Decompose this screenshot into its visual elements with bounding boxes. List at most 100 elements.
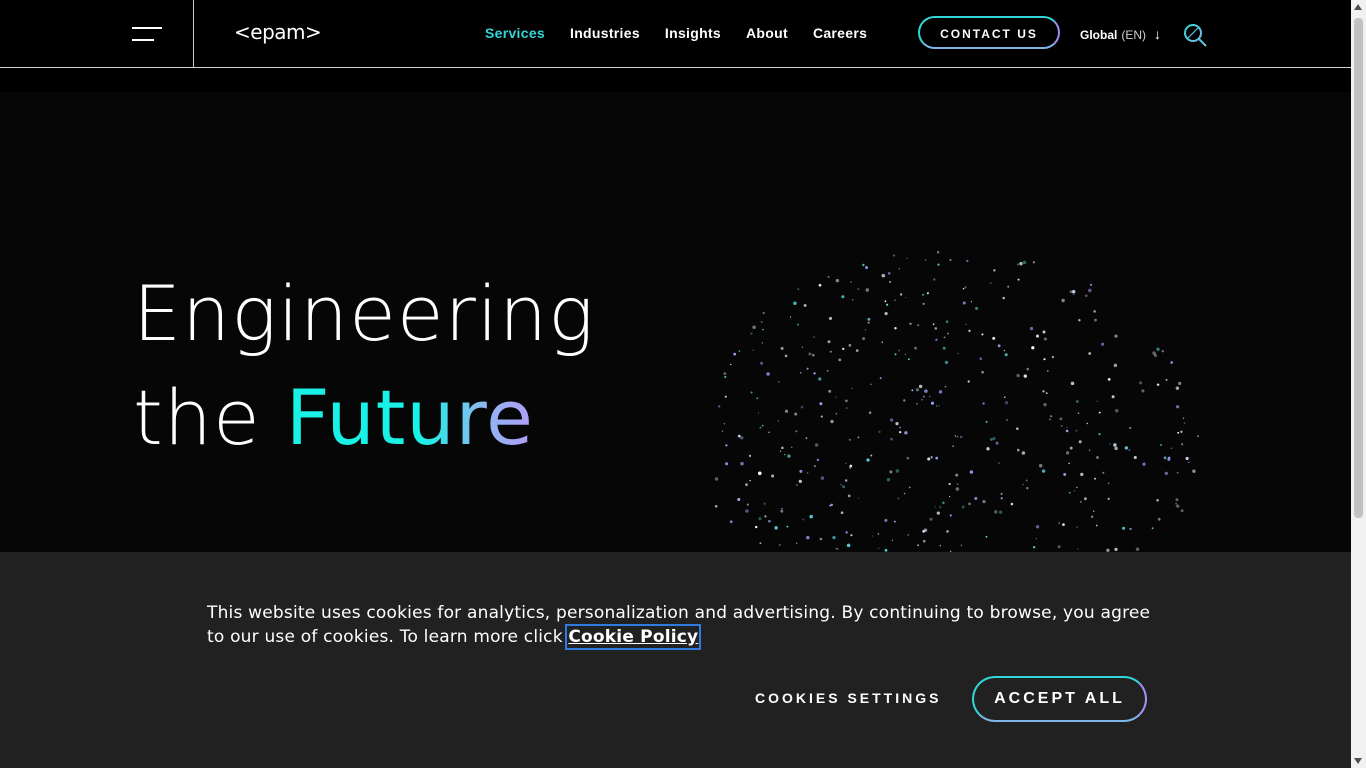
particle-dot	[1049, 418, 1051, 421]
scrollbar-thumb[interactable]	[1354, 18, 1363, 518]
particle-dot	[781, 507, 783, 510]
particle-dot	[1083, 497, 1087, 501]
particle-dot	[1156, 347, 1160, 351]
particle-dot	[903, 399, 906, 402]
particle-dot	[990, 438, 993, 441]
particle-dot	[954, 435, 957, 437]
particle-dot	[964, 286, 967, 289]
particle-dot	[894, 299, 896, 301]
particle-dot	[884, 300, 887, 303]
particle-dot	[780, 509, 784, 513]
particle-dot	[1157, 517, 1161, 521]
hero-highlight: Future	[285, 373, 534, 462]
particle-dot	[826, 370, 829, 372]
particle-dot	[820, 415, 823, 418]
particle-dot	[725, 462, 729, 466]
accept-all-button[interactable]: ACCEPT ALL	[972, 676, 1147, 722]
particle-dot	[949, 514, 952, 517]
particle-dot	[945, 320, 949, 324]
cookie-banner: This website uses cookies for analytics,…	[0, 552, 1351, 768]
nav-about[interactable]: About	[746, 25, 788, 41]
particle-dot	[1058, 522, 1060, 524]
particle-dot	[944, 385, 947, 388]
particle-dot	[989, 282, 992, 284]
particle-dot	[1066, 426, 1068, 429]
particle-dot	[756, 397, 759, 400]
particle-dot	[1164, 471, 1168, 476]
epam-logo[interactable]: <epam>	[234, 20, 322, 44]
particle-dot	[959, 435, 963, 439]
particle-dot	[1032, 546, 1036, 549]
particle-dot	[935, 405, 938, 407]
particle-dot	[1152, 351, 1156, 355]
scroll-up-icon[interactable]	[1354, 4, 1362, 10]
particle-dot	[851, 299, 854, 301]
particle-dot	[961, 505, 965, 509]
particle-dot	[981, 370, 984, 374]
particle-globe-graphic	[714, 250, 1199, 555]
particle-dot	[871, 535, 873, 537]
particle-dot	[840, 483, 842, 486]
nav-careers[interactable]: Careers	[813, 25, 867, 41]
particle-dot	[828, 316, 833, 320]
particle-dot	[794, 412, 798, 416]
particle-dot	[1088, 288, 1092, 293]
contact-us-button[interactable]: CONTACT US	[918, 16, 1060, 49]
particle-dot	[1038, 464, 1043, 468]
particle-dot	[982, 402, 985, 405]
particle-dot	[1016, 263, 1019, 266]
particle-dot	[878, 547, 880, 549]
particle-dot	[955, 473, 959, 477]
particle-dot	[911, 389, 914, 392]
particle-dot	[1031, 346, 1035, 350]
nav-services[interactable]: Services	[485, 25, 545, 41]
particle-dot	[799, 371, 802, 374]
particle-dot	[1142, 462, 1146, 466]
scroll-down-icon[interactable]	[1354, 758, 1362, 764]
particle-dot	[848, 344, 852, 347]
particle-dot	[832, 535, 836, 540]
particle-dot	[1095, 524, 1098, 527]
particle-dot	[750, 391, 753, 394]
particle-dot	[1035, 334, 1040, 338]
particle-dot	[993, 269, 996, 272]
particle-dot	[1017, 448, 1020, 452]
nav-industries[interactable]: Industries	[570, 25, 640, 41]
particle-dot	[1124, 446, 1129, 450]
search-icon[interactable]	[1182, 22, 1208, 48]
particle-dot	[865, 266, 868, 269]
particle-dot	[857, 288, 860, 290]
particle-dot	[981, 333, 984, 336]
particle-dot	[777, 420, 780, 422]
particle-dot	[1007, 285, 1010, 288]
particle-dot	[850, 281, 852, 283]
cookies-settings-button[interactable]: COOKIES SETTINGS	[755, 690, 941, 706]
particle-dot	[813, 336, 815, 338]
particle-dot	[819, 402, 823, 406]
particle-dot	[1026, 367, 1030, 371]
particle-dot	[1175, 498, 1179, 502]
page-scrollbar[interactable]	[1351, 0, 1366, 768]
language-selector[interactable]: Global (EN) ↓	[1080, 26, 1161, 42]
particle-dot	[904, 431, 908, 435]
particle-dot	[992, 336, 996, 340]
arrow-down-icon: ↓	[1154, 26, 1162, 42]
particle-dot	[879, 377, 882, 380]
particle-dot	[887, 272, 891, 275]
particle-dot	[968, 502, 971, 506]
particle-dot	[1175, 405, 1180, 409]
particle-dot	[1176, 504, 1180, 508]
particle-dot	[878, 430, 881, 434]
nav-insights[interactable]: Insights	[665, 25, 721, 41]
cookie-policy-link[interactable]: Cookie Policy	[565, 624, 702, 650]
particle-dot	[809, 514, 813, 519]
particle-dot	[784, 354, 788, 358]
particle-dot	[1080, 472, 1084, 477]
particle-dot	[1129, 426, 1132, 429]
particle-dot	[1182, 417, 1185, 419]
particle-dot	[992, 437, 996, 441]
particle-dot	[762, 312, 765, 314]
particle-dot	[1000, 492, 1003, 495]
hamburger-menu-button[interactable]	[0, 0, 194, 67]
particle-dot	[820, 476, 825, 480]
